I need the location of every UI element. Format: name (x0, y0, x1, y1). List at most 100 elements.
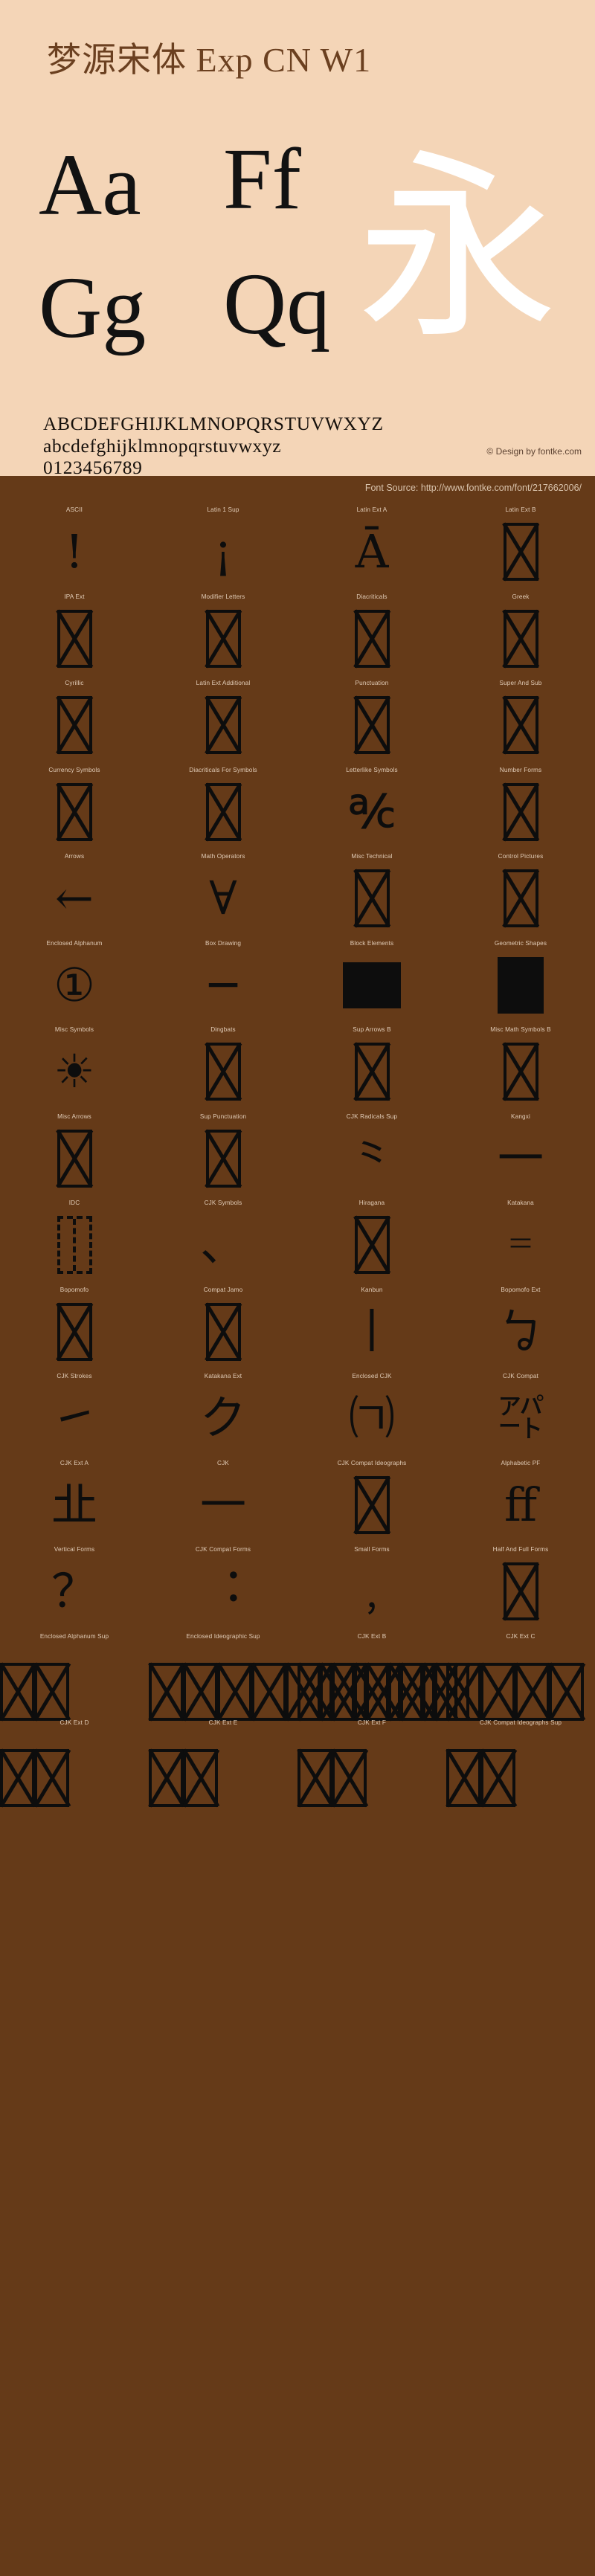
overflow-glyph-strip (446, 1742, 515, 1814)
unicode-block-label: Sup Arrows B (353, 1026, 391, 1033)
unicode-block-cell[interactable]: Bopomofo (0, 1284, 149, 1371)
missing-glyph-box (205, 696, 241, 754)
unicode-block-cell[interactable]: Katakana ゠ (446, 1197, 595, 1284)
unicode-block-cell[interactable]: Geometric Shapes (446, 938, 595, 1025)
unicode-block-cell[interactable]: Sup Punctuation (149, 1111, 298, 1198)
unicode-block-cell[interactable]: Misc Technical (298, 851, 446, 938)
missing-glyph-box (57, 782, 92, 841)
unicode-block-cell[interactable]: CJK Radicals Sup ⺀ (298, 1111, 446, 1198)
unicode-block-label: CJK Compat Ideographs Sup (479, 1719, 562, 1726)
overflow-glyph-strip (0, 1742, 69, 1814)
unicode-block-cell[interactable]: Latin Ext A Ā (298, 504, 446, 591)
unicode-block-sample-glyph: ☀ (54, 1044, 95, 1098)
unicode-block-cell[interactable]: CJK Ext B (298, 1631, 469, 1721)
missing-glyph-box (205, 782, 241, 841)
unicode-block-cell[interactable]: Number Forms (446, 764, 595, 851)
unicode-block-cell[interactable]: Enclosed Alphanum Sup (0, 1631, 149, 1721)
unicode-block-cell[interactable]: CJK Compat Forms ︓ (149, 1544, 298, 1631)
unicode-block-cell[interactable]: Kangxi ⼀ (446, 1111, 595, 1198)
unicode-block-cell[interactable]: Compat Jamo (149, 1284, 298, 1371)
unicode-block-cell[interactable]: Enclosed CJK ㈀ (298, 1371, 446, 1458)
unicode-block-cell[interactable]: Hiragana (298, 1197, 446, 1284)
unicode-block-cell[interactable]: Punctuation (298, 677, 446, 764)
unicode-block-cell[interactable]: Diacriticals (298, 591, 446, 678)
unicode-block-cell[interactable]: Cyrillic (0, 677, 149, 764)
unicode-block-cell[interactable]: Misc Arrows (0, 1111, 149, 1198)
unicode-block-label: Enclosed CJK (352, 1373, 392, 1379)
font-source-link[interactable]: Font Source: http://www.fontke.com/font/… (365, 483, 582, 493)
unicode-block-cell[interactable]: CJK Compat ㌀ (446, 1371, 595, 1458)
unicode-block-cell[interactable]: Greek (446, 591, 595, 678)
sample-aa: Aa (39, 136, 141, 234)
unicode-block-label: CJK Symbols (204, 1200, 242, 1206)
unicode-block-cell[interactable]: Currency Symbols (0, 764, 149, 851)
unicode-block-cell[interactable]: Bopomofo Ext ㆠ (446, 1284, 595, 1371)
unicode-block-cell[interactable]: Math Operators ∀ (149, 851, 298, 938)
unicode-block-cell[interactable]: Box Drawing ─ (149, 938, 298, 1025)
unicode-block-sample-glyph (0, 1298, 149, 1366)
unicode-block-cell[interactable]: Misc Symbols ☀ (0, 1024, 149, 1111)
unicode-block-cell[interactable]: Control Pictures (446, 851, 595, 938)
unicode-block-cell[interactable]: Super And Sub (446, 677, 595, 764)
unicode-block-cell[interactable]: CJK 一 (149, 1458, 298, 1545)
unicode-block-sample-glyph: ク (199, 1391, 246, 1445)
missing-glyph-box (332, 1662, 367, 1721)
missing-glyph-box (0, 1662, 35, 1721)
unicode-block-cell[interactable]: Small Forms ﹐ (298, 1544, 446, 1631)
unicode-block-label: CJK Ext B (357, 1632, 387, 1640)
unicode-block-cell[interactable]: Enclosed Alphanum ① (0, 938, 149, 1025)
missing-glyph-box (34, 1749, 69, 1807)
unicode-block-cell[interactable]: Dingbats (149, 1024, 298, 1111)
missing-glyph-box (205, 1043, 241, 1101)
unicode-block-cell[interactable]: ASCII! (0, 504, 149, 591)
missing-glyph-box (400, 1662, 435, 1721)
unicode-block-cell[interactable]: Kanbun 丨 (298, 1284, 446, 1371)
unicode-block-cell[interactable]: Alphabetic PF ﬀ (446, 1458, 595, 1545)
alphabet-block: ABCDEFGHIJKLMNOPQRSTUVWXYZ abcdefghijklm… (43, 413, 384, 476)
glyph-grid-row: Vertical Forms ？ CJK Compat Forms ︓ Small Fo… (0, 1544, 595, 1631)
unicode-block-cell[interactable]: CJK Strokes ㇀ (0, 1371, 149, 1458)
unicode-block-label: Modifier Letters (201, 593, 245, 600)
unicode-block-sample-glyph: ﹐ (348, 1564, 395, 1618)
unicode-block-cell[interactable]: CJK Ext A 㐀 (0, 1458, 149, 1545)
glyph-grid-row: CJK Ext D CJK Ext E CJK Ext F CJK Compat Id… (0, 1717, 595, 1807)
unicode-block-sample-glyph (446, 778, 595, 846)
missing-glyph-box (183, 1662, 218, 1721)
unicode-block-cell[interactable]: CJK Ext C (446, 1631, 595, 1721)
unicode-block-cell[interactable]: Modifier Letters (149, 591, 298, 678)
unicode-block-sample-glyph (446, 1730, 595, 1807)
unicode-block-cell[interactable]: Sup Arrows B (298, 1024, 446, 1111)
unicode-block-cell[interactable]: Enclosed Ideographic Sup (149, 1631, 457, 1721)
unicode-block-cell[interactable]: Latin Ext Additional (149, 677, 298, 764)
glyph-grid-row: Currency Symbols Diacriticals For Symbols… (0, 764, 595, 851)
unicode-block-cell[interactable]: CJK Ext F (298, 1717, 446, 1807)
unicode-block-sample-glyph: 丨 (348, 1304, 395, 1359)
unicode-block-cell[interactable]: Misc Math Symbols B (446, 1024, 595, 1111)
unicode-block-cell[interactable]: Arrows ← (0, 851, 149, 938)
unicode-block-cell[interactable]: CJK Ext E (149, 1717, 298, 1807)
unicode-block-label: Kanbun (361, 1286, 383, 1293)
unicode-block-sample-glyph: ？ (51, 1564, 97, 1618)
unicode-block-sample-glyph (0, 1124, 149, 1193)
missing-glyph-box (149, 1662, 184, 1721)
unicode-block-cell[interactable]: Latin Ext B (446, 504, 595, 591)
glyph-grid-row: Arrows ← Math Operators ∀ Misc Technical Cont… (0, 851, 595, 938)
unicode-block-cell[interactable]: Block Elements (298, 938, 446, 1025)
unicode-block-cell[interactable]: Diacriticals For Symbols (149, 764, 298, 851)
unicode-block-cell[interactable]: CJK Compat Ideographs (298, 1458, 446, 1545)
missing-glyph-box (503, 869, 538, 927)
unicode-block-cell[interactable]: IPA Ext (0, 591, 149, 678)
unicode-block-label: IDC (68, 1200, 80, 1206)
unicode-block-label: Bopomofo Ext (501, 1286, 541, 1293)
unicode-block-sample-glyph: 一 (199, 1477, 246, 1532)
unicode-block-label: Enclosed Ideographic Sup (186, 1632, 260, 1640)
unicode-block-cell[interactable]: Letterlike Symbols ℀ (298, 764, 446, 851)
unicode-block-cell[interactable]: IDC (0, 1197, 149, 1284)
unicode-block-cell[interactable]: Half And Full Forms (446, 1544, 595, 1631)
unicode-block-cell[interactable]: CJK Symbols 、 (149, 1197, 298, 1284)
unicode-block-cell[interactable]: Latin 1 Sup ¡ (149, 504, 298, 591)
unicode-block-cell[interactable]: CJK Compat Ideographs Sup (446, 1717, 595, 1807)
unicode-block-cell[interactable]: Vertical Forms ？ (0, 1544, 149, 1631)
unicode-block-cell[interactable]: CJK Ext D (0, 1717, 149, 1807)
unicode-block-cell[interactable]: Katakana Ext ク (149, 1371, 298, 1458)
